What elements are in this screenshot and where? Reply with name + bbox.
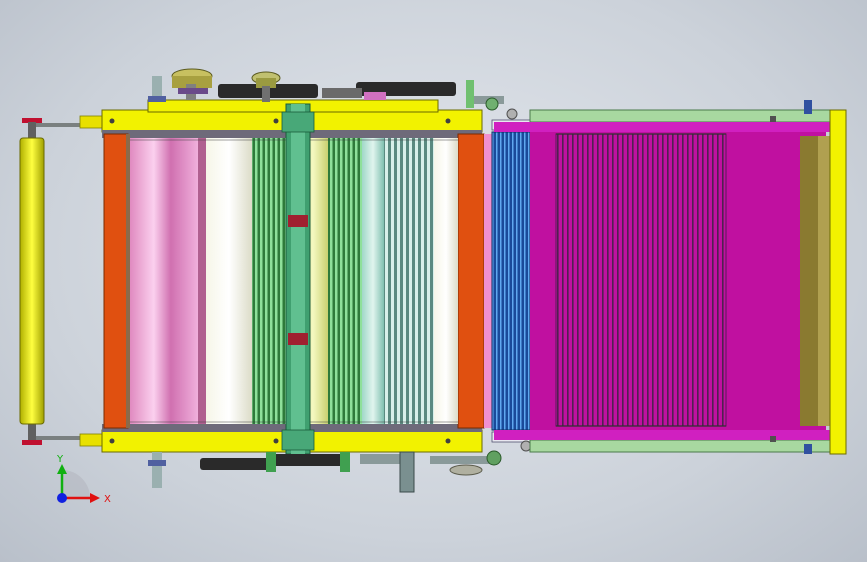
cad-assembly-view: Y X <box>19 68 847 505</box>
z-axis-dot <box>57 493 67 503</box>
right-end-plate <box>829 109 847 455</box>
orientation-triad: Y X <box>56 454 111 505</box>
magenta-conveyor-bed <box>494 100 831 454</box>
x-axis-label: X <box>104 494 111 505</box>
y-axis-label: Y <box>56 454 64 465</box>
bottom-pulleys <box>148 450 502 493</box>
center-divider-bar <box>281 103 315 455</box>
left-feed-roller <box>19 115 106 447</box>
